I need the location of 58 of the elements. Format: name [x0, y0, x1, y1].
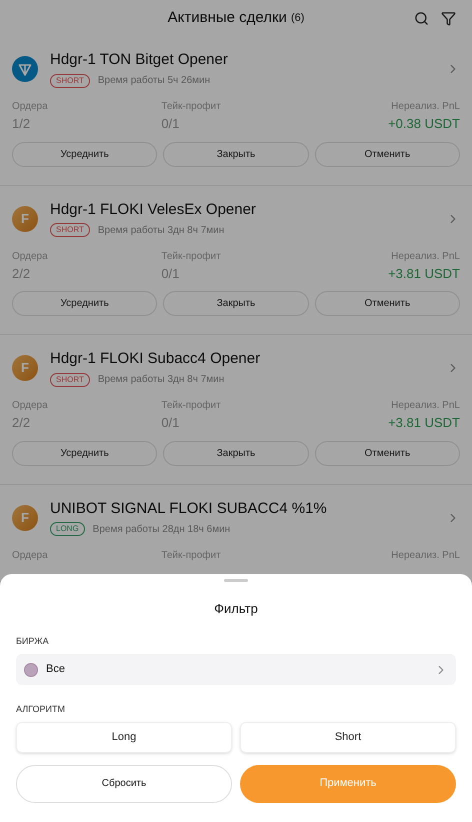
pnl-label: Нереализ. PnL [391, 548, 460, 562]
take-profit-value: 0/1 [161, 414, 180, 432]
action-button[interactable]: Закрыть [163, 142, 309, 166]
action-button[interactable]: Усреднить [12, 142, 158, 166]
orders-label: Ордера [12, 250, 48, 264]
diamond-coin-icon [12, 56, 38, 82]
pnl-value: +3.81 USDT [388, 414, 460, 432]
orders-label: Ордера [12, 399, 48, 413]
side-tag: SHORT [50, 223, 90, 237]
side-tag: LONG [50, 522, 85, 536]
uptime-text: Время работы 28дн 18ч 6мин [92, 522, 230, 536]
orders-value: 2/2 [12, 264, 30, 282]
exchange-label: БИРЖА [16, 634, 49, 648]
coin-icon: F [12, 504, 38, 530]
uptime-text: Время работы 3дн 8ч 7мин [98, 373, 224, 387]
action-button[interactable]: Закрыть [163, 440, 309, 466]
take-profit-label: Тейк-профит [161, 100, 221, 114]
filter-icon[interactable] [441, 10, 456, 26]
drag-handle[interactable] [224, 579, 248, 582]
coin-icon: F [12, 355, 38, 381]
pnl-label: Нереализ. PnL [391, 250, 460, 264]
algorithm-label: АЛГОРИТМ [16, 703, 65, 716]
deal-count: (6) [290, 10, 304, 26]
action-button[interactable]: Закрыть [163, 291, 309, 316]
orders-label: Ордера [12, 548, 48, 562]
action-button[interactable]: Отменить [314, 142, 460, 166]
take-profit-label: Тейк-профит [161, 399, 221, 413]
exchange-select[interactable]: Все [16, 654, 456, 685]
uptime-text: Время работы 3дн 8ч 7мин [98, 224, 224, 238]
take-profit-value: 0/1 [161, 115, 180, 133]
side-tag: SHORT [50, 372, 90, 386]
action-button[interactable]: Усреднить [12, 291, 158, 316]
uptime-text: Время работы 5ч 26мин [98, 74, 210, 88]
deal-title: Hdgr-1 FLOKI VelesEx Opener [50, 200, 257, 220]
page-title: Активные сделки [168, 8, 287, 28]
sheet-title: Фильтр [214, 600, 258, 618]
pnl-label: Нереализ. PnL [391, 399, 460, 413]
coin-icon: F [12, 206, 38, 232]
orders-label: Ордера [12, 100, 48, 114]
orders-value: 2/2 [12, 414, 30, 432]
take-profit-value: 0/1 [161, 264, 180, 282]
action-button[interactable]: Отменить [314, 440, 460, 466]
pnl-value: +0.38 USDT [388, 115, 460, 133]
deal-title: Hdgr-1 TON Bitget Opener [50, 50, 229, 70]
action-button[interactable]: Отменить [314, 291, 460, 316]
deal-title: UNIBOT SIGNAL FLOKI SUBACC4 %1% [50, 498, 328, 518]
algorithm-option[interactable]: Long [16, 722, 232, 752]
side-tag: SHORT [50, 74, 90, 88]
pnl-value: +3.81 USDT [388, 264, 460, 282]
take-profit-label: Тейк-профит [161, 250, 221, 264]
pnl-label: Нереализ. PnL [391, 100, 460, 114]
action-button[interactable]: Усреднить [12, 440, 158, 466]
reset-button[interactable]: Сбросить [16, 764, 232, 802]
search-icon[interactable] [414, 10, 429, 26]
take-profit-label: Тейк-профит [161, 548, 221, 562]
orders-value: 1/2 [12, 115, 30, 133]
algorithm-option[interactable]: Short [240, 722, 456, 752]
deal-title: Hdgr-1 FLOKI Subacc4 Opener [50, 349, 262, 369]
